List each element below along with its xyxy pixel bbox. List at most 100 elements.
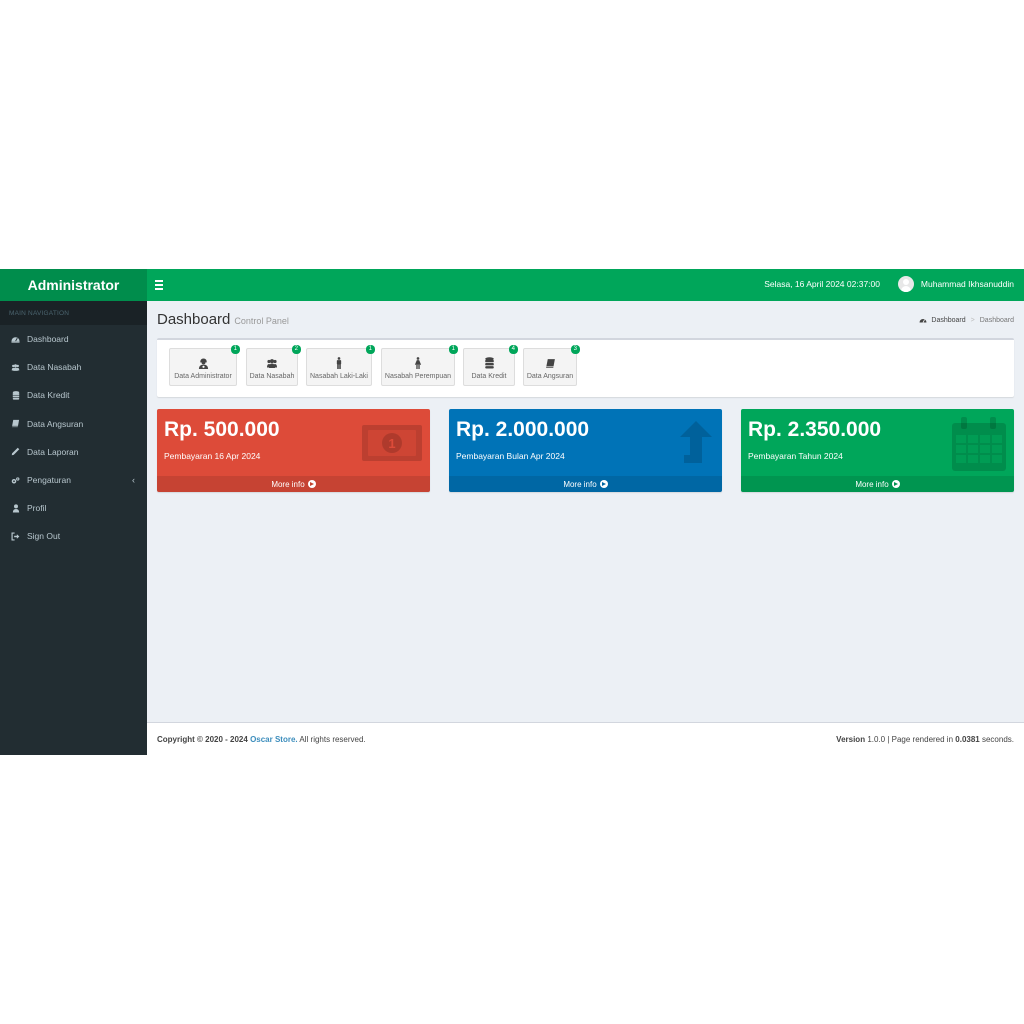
sidebar-item-profil[interactable]: Profil [0,494,147,522]
more-info-label: More info [855,479,889,489]
top-navbar: Selasa, 16 April 2024 02:37:00 Muhammad … [147,269,1024,301]
male-icon [333,357,345,369]
arrow-circle-right-icon [599,480,608,488]
count-badge: 2 [291,345,301,354]
count-badge: 4 [508,345,518,354]
copyright-text: Copyright © 2020 - 2024 [157,735,248,744]
dashboard-icon [11,335,20,344]
count-badge: 3 [570,345,580,354]
shortcut-data-angsuran[interactable]: 3 Data Angsuran [523,345,580,386]
stat-amount: Rp. 500.000 [164,418,280,441]
stat-box-monthly: Rp. 2.000.000 Pembayaran Bulan Apr 2024 … [449,409,722,492]
version-label: Version [836,735,866,744]
book-icon [11,419,20,428]
shortcut-label: Data Angsuran [526,373,574,380]
sidebar-toggle-icon[interactable] [155,278,165,292]
breadcrumb-separator: > [970,317,975,324]
stat-amount: Rp. 2.000.000 [456,418,590,441]
store-link[interactable]: Oscar Store. [250,735,298,744]
version-info: Version 1.0.0 | Page rendered in 0.0381 … [836,735,1014,744]
arrow-circle-right-icon [307,480,316,488]
user-menu[interactable]: Muhammad Ikhsanuddin [897,276,1014,292]
page-subtitle: Control Panel [234,316,289,326]
more-info-label: More info [563,479,597,489]
stat-box-yearly: Rp. 2.350.000 Pembayaran Tahun 2024 More… [741,409,1014,492]
sidebar-item-data-angsuran[interactable]: Data Angsuran [0,410,147,438]
avatar [897,276,914,292]
sidebar-item-label: Data Nasabah [27,362,82,373]
main-footer: Copyright © 2020 - 2024 Oscar Store. All… [147,722,1024,755]
sidebar-item-label: Sign Out [27,531,61,542]
arrow-circle-right-icon [891,480,900,488]
stat-label: Pembayaran Tahun 2024 [748,451,843,461]
count-badge: 1 [448,345,458,354]
shortcut-nasabah-laki-laki[interactable]: 1 Nasabah Laki-Laki [306,345,375,386]
book-icon [544,357,556,369]
count-badge: 1 [365,345,375,354]
more-info-link[interactable]: More info [157,476,430,492]
rendered-suffix: seconds. [981,735,1014,744]
version-number: 1.0.0 [867,735,886,744]
more-info-link[interactable]: More info [449,476,722,492]
stat-label: Pembayaran 16 Apr 2024 [164,451,261,461]
copyright: Copyright © 2020 - 2024 Oscar Store. All… [157,735,366,744]
sidebar-item-label: Data Kredit [27,390,70,401]
users-icon [266,357,278,369]
rights-text: All rights reserved. [299,735,366,744]
sign-out-icon [11,532,20,541]
breadcrumb: Dashboard > Dashboard [919,317,1014,324]
rendered-time: 0.0381 [955,735,980,744]
app-window: Administrator Selasa, 16 April 2024 02:3… [0,269,1024,755]
logo[interactable]: Administrator [0,269,147,301]
sidebar-item-label: Dashboard [27,334,69,345]
users-icon [11,363,20,372]
pencil-icon [11,447,20,456]
content-area: Dashboard Control Panel Dashboard > Dashb… [147,301,1024,722]
breadcrumb-link-dashboard[interactable]: Dashboard [931,317,965,324]
svg-text:1: 1 [388,436,395,451]
stat-box-daily: Rp. 500.000 Pembayaran 16 Apr 2024 1 Mor… [157,409,430,492]
sidebar-item-sign-out[interactable]: Sign Out [0,522,147,550]
rendered-prefix: | Page rendered in [887,735,954,744]
shortcut-label: Data Administrator [174,373,232,380]
money-icon: 1 [362,425,422,461]
page-title: Dashboard Control Panel [157,311,289,328]
shortcut-data-administrator[interactable]: 1 Data Administrator [169,345,240,386]
sidebar-item-pengaturan[interactable]: Pengaturan ‹ [0,466,147,494]
cogs-icon [11,476,20,485]
sidebar-item-data-kredit[interactable]: Data Kredit [0,381,147,409]
more-info-label: More info [271,479,305,489]
shortcut-label: Data Kredit [471,373,507,380]
stat-label: Pembayaran Bulan Apr 2024 [456,451,565,461]
sidebar-item-data-laporan[interactable]: Data Laporan [0,438,147,466]
sidebar-header: MAIN NAVIGATION [0,301,147,325]
female-icon [412,357,424,369]
shortcut-nasabah-perempuan[interactable]: 1 Nasabah Perempuan [381,345,458,386]
shortcut-label: Nasabah Perempuan [384,373,452,380]
page-title-text: Dashboard [157,311,231,328]
sidebar-item-label: Data Laporan [27,446,79,457]
calendar-icon [952,417,1006,471]
sidebar-item-label: Pengaturan [27,475,71,486]
more-info-link[interactable]: More info [741,476,1014,492]
shortcut-box: 1 Data Administrator 2 Data Nasabah 1 Na… [157,338,1014,397]
shortcut-label: Nasabah Laki-Laki [310,373,368,380]
datetime-display: Selasa, 16 April 2024 02:37:00 [764,279,880,289]
shortcut-label: Data Nasabah [249,373,295,380]
sidebar-item-dashboard[interactable]: Dashboard [0,325,147,353]
sidebar-item-label: Profil [27,503,47,514]
level-up-icon [680,421,712,463]
user-icon [11,504,20,513]
shortcut-data-kredit[interactable]: 4 Data Kredit [463,345,518,386]
stat-amount: Rp. 2.350.000 [748,418,882,441]
breadcrumb-current: Dashboard [979,317,1014,324]
database-icon [483,357,495,369]
admin-icon [197,357,209,369]
shortcut-data-nasabah[interactable]: 2 Data Nasabah [246,345,301,386]
sidebar-item-label: Data Angsuran [27,418,84,429]
database-icon [11,391,20,400]
sidebar-item-data-nasabah[interactable]: Data Nasabah [0,353,147,381]
user-name: Muhammad Ikhsanuddin [920,279,1014,289]
count-badge: 1 [230,345,240,354]
chevron-left-icon: ‹ [132,475,135,486]
